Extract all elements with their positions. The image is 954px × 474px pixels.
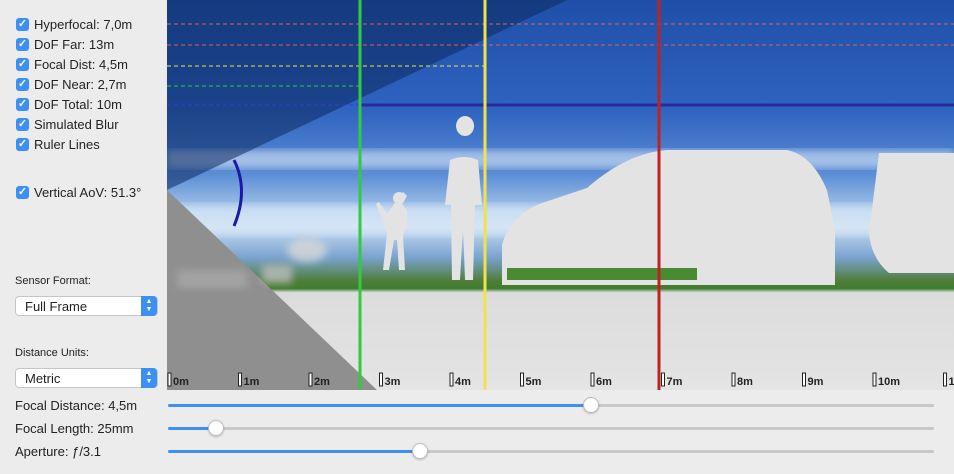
ruler-label: 2m: [314, 376, 330, 388]
ruler-label: 4m: [455, 376, 471, 388]
dof-total-checkbox[interactable]: ✓ DoF Total: 10m: [16, 96, 122, 112]
ruler-tick: [872, 372, 877, 387]
slider-panel: Focal Distance: 4,5m Focal Length: 25mm …: [0, 390, 954, 474]
updown-arrows-icon: ▲ ▼: [141, 296, 157, 316]
sidebar: ✓ Hyperfocal: 7,0m ✓ DoF Far: 13m ✓ Foca…: [0, 0, 167, 390]
ruler-label: 5m: [526, 376, 542, 388]
ruler-label: 10m: [878, 376, 900, 388]
sensor-format-label: Sensor Format:: [15, 275, 91, 287]
ruler-tick: [238, 372, 242, 387]
distance-units-value: Metric: [25, 371, 61, 386]
focal-length-slider[interactable]: [168, 420, 934, 436]
sensor-format-select[interactable]: Full Frame ▲ ▼: [15, 296, 158, 316]
checkmark-icon: ✓: [16, 37, 29, 51]
ruler-lines-label: Ruler Lines: [34, 136, 100, 152]
distance-units-label: Distance Units:: [15, 347, 89, 359]
focal-distance-slider[interactable]: [168, 397, 934, 413]
ruler-label: 1: [949, 376, 954, 388]
focal-length-label: Focal Length: 25mm: [15, 421, 134, 436]
ruler-lines-checkbox[interactable]: ✓ Ruler Lines: [16, 136, 100, 152]
checkmark-icon: ✓: [16, 77, 29, 91]
slider-knob[interactable]: [582, 397, 599, 413]
slider-fill: [168, 450, 420, 453]
ruler-tick: [802, 372, 806, 387]
checkmark-icon: ✓: [16, 97, 29, 111]
grass: [507, 268, 697, 280]
vertical-aov-label: Vertical AoV: 51.3°: [34, 184, 142, 200]
ruler-tick: [449, 372, 454, 387]
ruler-tick: [943, 372, 947, 387]
dof-far-label: DoF Far: 13m: [34, 36, 115, 52]
dof-total-label: DoF Total: 10m: [34, 96, 122, 112]
simulated-blur-label: Simulated Blur: [34, 116, 119, 132]
ruler-label: 6m: [596, 376, 612, 388]
updown-arrows-icon: ▲ ▼: [141, 368, 157, 388]
ruler-tick: [167, 372, 172, 387]
sensor-format-value: Full Frame: [25, 299, 88, 314]
ruler-tick: [590, 372, 595, 387]
vertical-aov-checkbox[interactable]: ✓ Vertical AoV: 51.3°: [16, 184, 141, 200]
dof-near-checkbox[interactable]: ✓ DoF Near: 2,7m: [16, 76, 126, 92]
dof-far-checkbox[interactable]: ✓ DoF Far: 13m: [16, 36, 114, 52]
scene-view: 0m 1m 2m 3m 4m 5m 6m 7m 8m 9m 10m 1: [167, 0, 954, 390]
scene-svg: 0m 1m 2m 3m 4m 5m 6m 7m 8m 9m 10m 1: [167, 0, 954, 390]
ruler-tick: [308, 372, 313, 387]
aperture-slider[interactable]: [168, 443, 934, 459]
slider-knob[interactable]: [412, 443, 428, 459]
slider-knob[interactable]: [208, 420, 225, 436]
checkmark-icon: ✓: [16, 185, 29, 199]
checkmark-icon: ✓: [16, 117, 29, 131]
dof-near-label: DoF Near: 2,7m: [34, 76, 127, 92]
checkmark-icon: ✓: [16, 17, 29, 31]
checkmark-icon: ✓: [16, 57, 29, 71]
simulated-blur-checkbox[interactable]: ✓ Simulated Blur: [16, 116, 119, 132]
focal-distance-label: Focal Distance: 4,5m: [15, 398, 138, 413]
aperture-label: Aperture: ƒ/3.1: [15, 444, 101, 459]
ruler-label: 1m: [244, 376, 260, 388]
focal-dist-label: Focal Dist: 4,5m: [34, 56, 128, 72]
ruler-label: 8m: [737, 376, 753, 388]
distance-units-select[interactable]: Metric ▲ ▼: [15, 368, 158, 388]
slider-fill: [168, 404, 591, 407]
ruler-tick: [520, 372, 524, 387]
hyperfocal-label: Hyperfocal: 7,0m: [34, 16, 133, 32]
ruler-label: 9m: [808, 376, 824, 388]
focal-dist-checkbox[interactable]: ✓ Focal Dist: 4,5m: [16, 56, 128, 72]
ruler-tick: [379, 372, 383, 387]
ruler-tick: [731, 372, 736, 387]
checkmark-icon: ✓: [16, 137, 29, 151]
ruler-label: 0m: [173, 376, 189, 388]
ruler-label: 7m: [667, 376, 683, 388]
ruler-tick: [661, 372, 665, 387]
ruler-label: 3m: [385, 376, 401, 388]
hyperfocal-checkbox[interactable]: ✓ Hyperfocal: 7,0m: [16, 16, 132, 32]
